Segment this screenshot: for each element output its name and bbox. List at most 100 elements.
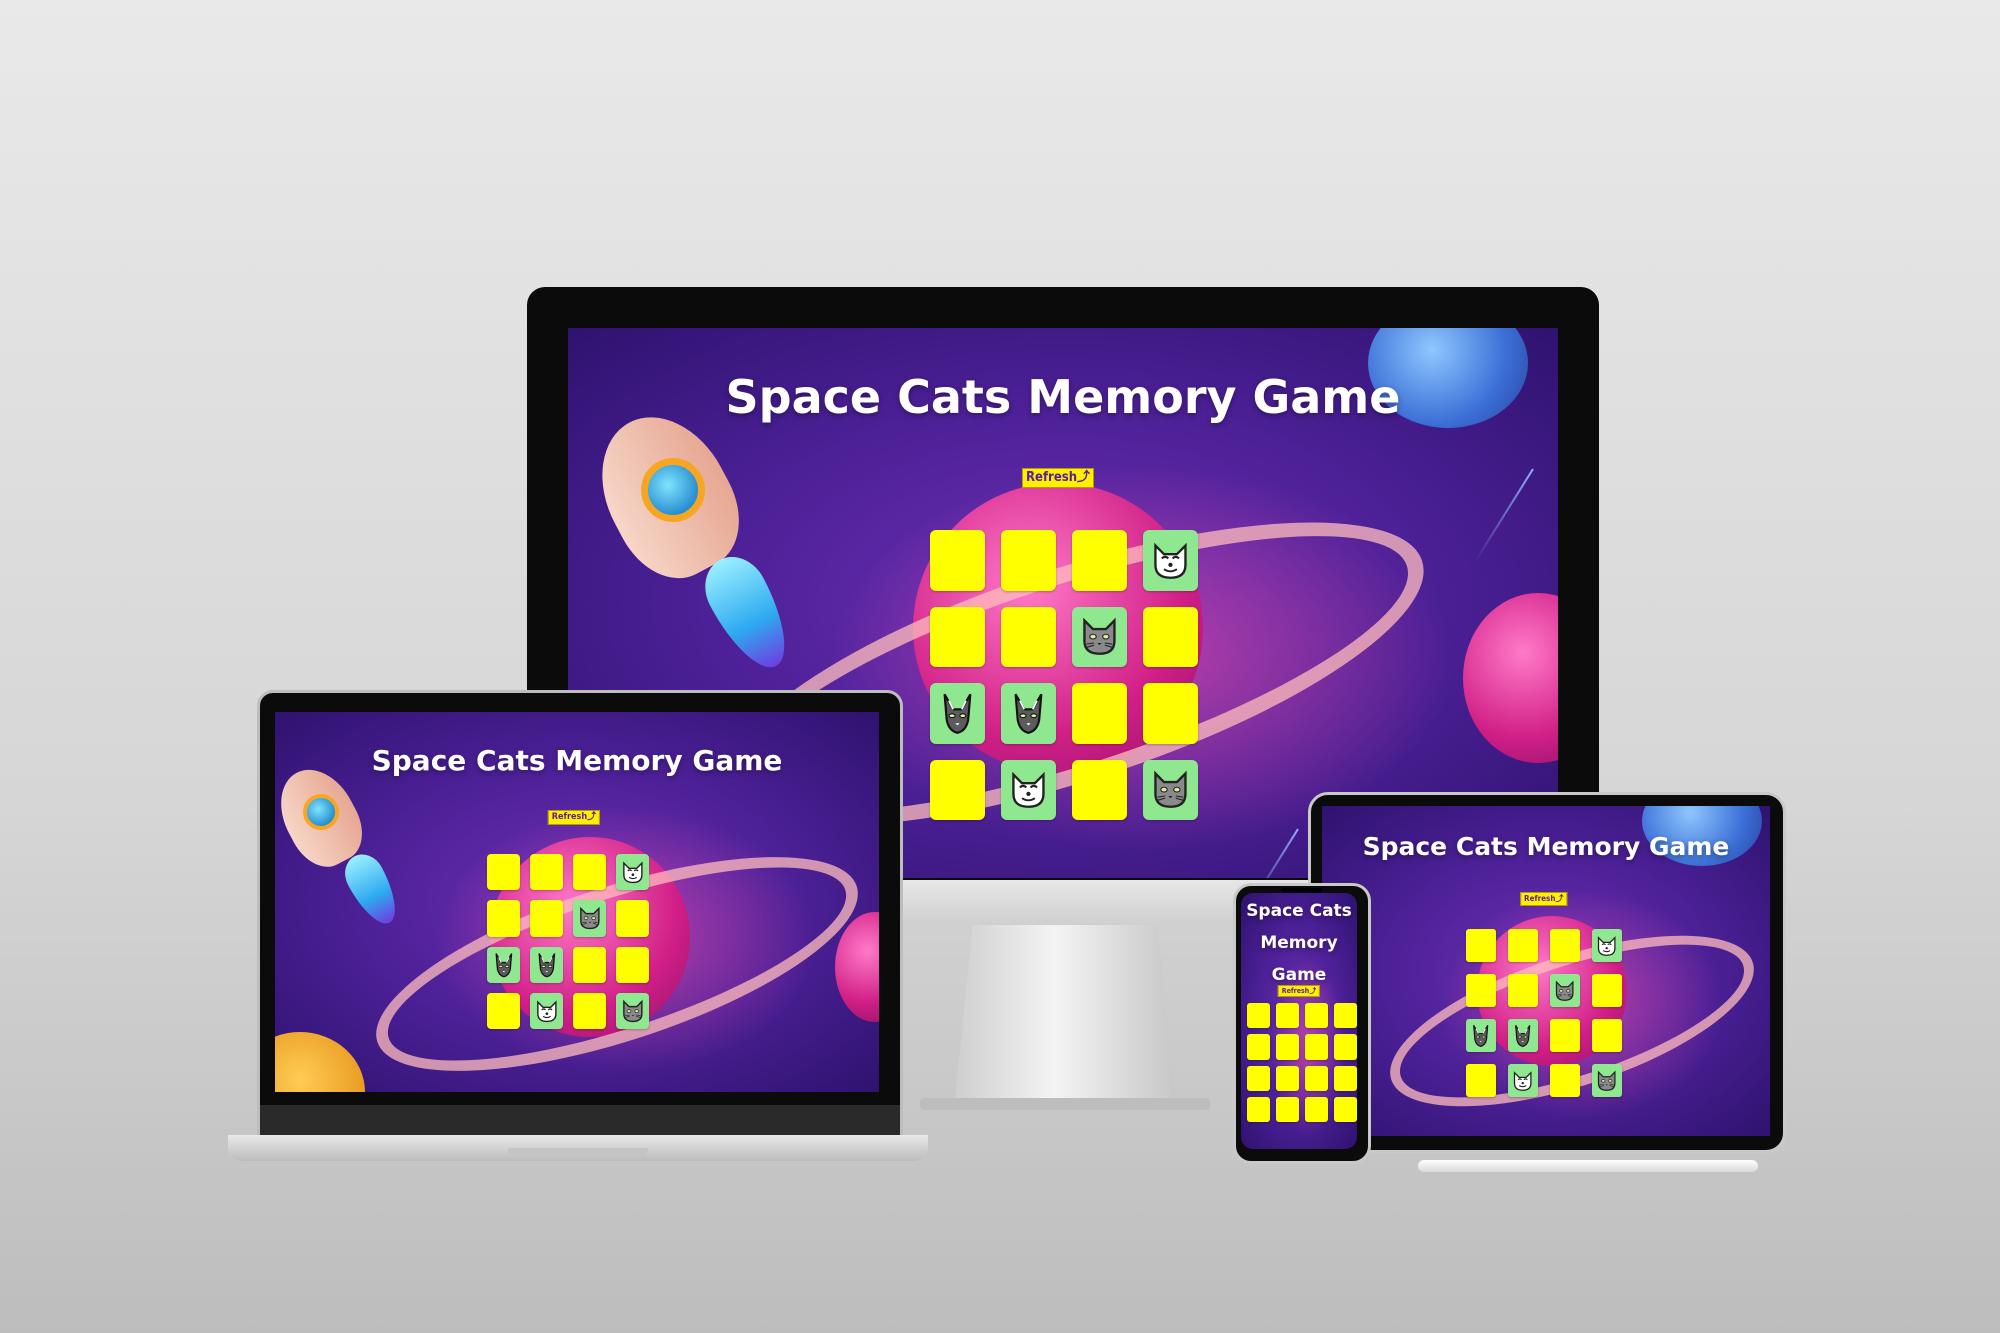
memory-card[interactable]: [1466, 1064, 1496, 1097]
memory-card[interactable]: [1143, 683, 1198, 744]
memory-card[interactable]: [1247, 1065, 1270, 1091]
memory-card[interactable]: [930, 683, 985, 744]
memory-card[interactable]: [1550, 929, 1580, 962]
sphynx-cat-icon: [930, 683, 985, 744]
pink-planet-decoration: [835, 912, 879, 1022]
title-line: Memory: [1260, 933, 1338, 953]
memory-card[interactable]: [1466, 974, 1496, 1007]
memory-card[interactable]: [487, 900, 520, 937]
memory-card[interactable]: [530, 900, 563, 937]
memory-card[interactable]: [1305, 1096, 1328, 1123]
refresh-button[interactable]: Refresh⤴: [547, 810, 601, 825]
memory-card[interactable]: [1305, 1034, 1328, 1060]
memory-card[interactable]: [487, 946, 520, 983]
memory-card[interactable]: [1592, 1064, 1622, 1097]
memory-card[interactable]: [616, 992, 649, 1030]
monitor-stand-foot: [920, 1098, 1210, 1110]
memory-card[interactable]: [1334, 1003, 1357, 1029]
memory-card[interactable]: [1001, 606, 1056, 667]
laptop-screen: Space Cats Memory Game Refresh⤴: [275, 712, 879, 1092]
gray-cat-face-icon: [1550, 974, 1580, 1007]
memory-card[interactable]: [1305, 1065, 1328, 1091]
memory-card[interactable]: [1334, 1065, 1357, 1091]
phone-screen: Space Cats Memory Game Refresh⤴: [1241, 893, 1357, 1149]
memory-card[interactable]: [487, 992, 520, 1030]
memory-card[interactable]: [1001, 759, 1056, 821]
memory-card[interactable]: [1072, 683, 1127, 744]
stylus-pencil: [1418, 1160, 1758, 1172]
memory-card[interactable]: [1276, 1034, 1299, 1060]
card-grid: [930, 530, 1198, 820]
memory-card[interactable]: [930, 530, 985, 591]
memory-card[interactable]: [487, 854, 520, 891]
memory-card[interactable]: [1508, 929, 1538, 962]
memory-card[interactable]: [616, 854, 649, 891]
memory-card[interactable]: [530, 854, 563, 891]
memory-card[interactable]: [1508, 1019, 1538, 1052]
rocket-window-decoration: [641, 458, 705, 522]
page-title: Space Cats Memory Game: [1362, 832, 1730, 861]
title-line: Space Cats: [1246, 901, 1352, 921]
memory-card[interactable]: [1072, 606, 1127, 667]
memory-card[interactable]: [1334, 1034, 1357, 1060]
gray-cat-face-icon: [1143, 760, 1198, 821]
laptop-trackpad-notch: [508, 1148, 648, 1156]
pink-planet-decoration: [1463, 593, 1558, 763]
memory-card[interactable]: [1592, 1019, 1622, 1052]
sphynx-cat-icon: [487, 947, 520, 983]
card-grid: [1247, 1003, 1357, 1123]
memory-card[interactable]: [1508, 1064, 1538, 1097]
memory-card[interactable]: [1466, 1019, 1496, 1052]
memory-card[interactable]: [616, 946, 649, 983]
memory-card[interactable]: [1001, 530, 1056, 591]
memory-card[interactable]: [573, 900, 606, 937]
memory-card[interactable]: [1247, 1003, 1270, 1029]
memory-card[interactable]: [530, 992, 563, 1030]
memory-card[interactable]: [530, 946, 563, 983]
memory-card[interactable]: [1334, 1096, 1357, 1123]
white-cat-face-icon: [1143, 530, 1198, 591]
gray-cat-face-icon: [1592, 1064, 1622, 1097]
sphynx-cat-icon: [1466, 1019, 1496, 1052]
memory-card[interactable]: [1072, 759, 1127, 820]
memory-card[interactable]: [1550, 1019, 1580, 1052]
memory-card[interactable]: [1550, 1064, 1580, 1097]
memory-card[interactable]: [1143, 759, 1198, 821]
memory-card[interactable]: [1592, 974, 1622, 1007]
rocket-window-decoration: [303, 794, 339, 830]
gray-cat-face-icon: [573, 900, 606, 936]
memory-card[interactable]: [930, 606, 985, 667]
memory-card[interactable]: [1001, 683, 1056, 744]
card-grid: [1466, 929, 1622, 1097]
sphynx-cat-icon: [1001, 683, 1056, 744]
white-cat-face-icon: [1001, 760, 1056, 821]
white-cat-face-icon: [616, 854, 649, 890]
memory-card[interactable]: [1550, 974, 1580, 1007]
memory-card[interactable]: [1247, 1096, 1270, 1123]
refresh-button[interactable]: Refresh⤴: [1022, 468, 1095, 488]
memory-card[interactable]: [1592, 929, 1622, 962]
memory-card[interactable]: [573, 946, 606, 983]
memory-card[interactable]: [1143, 606, 1198, 667]
memory-card[interactable]: [1305, 1003, 1328, 1029]
memory-card[interactable]: [930, 759, 985, 820]
memory-card[interactable]: [1143, 530, 1198, 591]
sphynx-cat-icon: [1508, 1019, 1538, 1052]
memory-card[interactable]: [573, 992, 606, 1030]
memory-card[interactable]: [1072, 530, 1127, 591]
refresh-button[interactable]: Refresh⤴: [1277, 985, 1321, 998]
page-title: Space Cats Memory Game: [371, 744, 783, 777]
memory-card[interactable]: [616, 900, 649, 937]
rocket-flame-decoration: [337, 847, 407, 932]
memory-card[interactable]: [1276, 1065, 1299, 1091]
gold-planet-decoration: [275, 1032, 365, 1092]
memory-card[interactable]: [1276, 1003, 1299, 1029]
refresh-button[interactable]: Refresh⤴: [1520, 892, 1568, 906]
card-grid: [487, 854, 649, 1030]
shooting-star: [1473, 468, 1534, 563]
memory-card[interactable]: [1466, 929, 1496, 962]
memory-card[interactable]: [573, 854, 606, 891]
memory-card[interactable]: [1276, 1096, 1299, 1123]
memory-card[interactable]: [1508, 974, 1538, 1007]
memory-card[interactable]: [1247, 1034, 1270, 1060]
